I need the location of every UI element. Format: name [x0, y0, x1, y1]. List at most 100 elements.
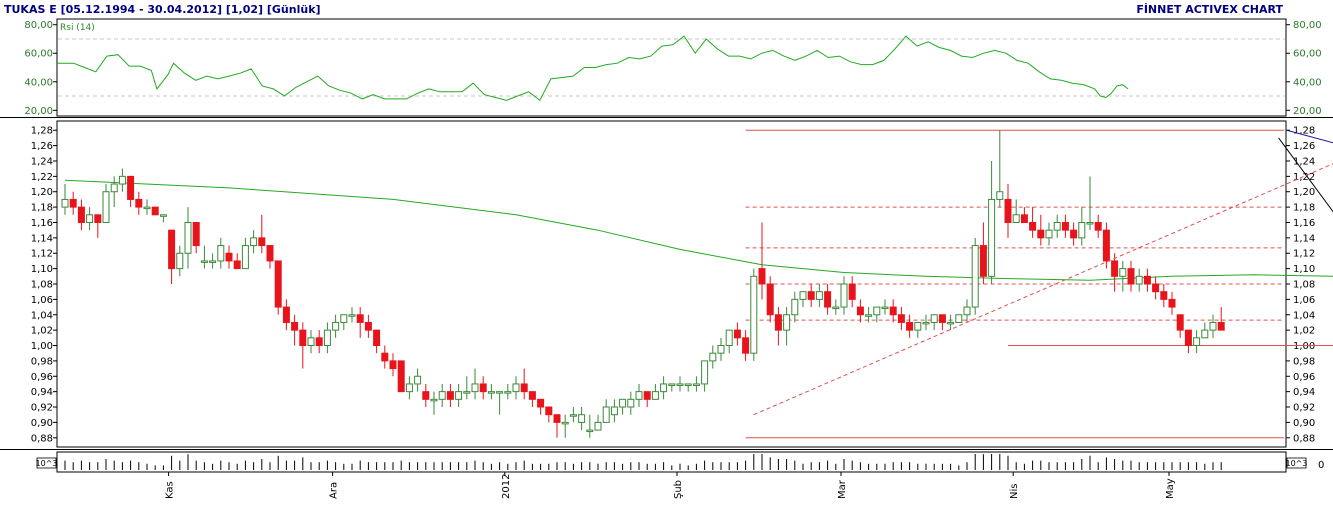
- candle-up: [881, 299, 889, 315]
- candle-body: [865, 314, 873, 317]
- candle-body: [553, 414, 561, 423]
- candle-body: [414, 375, 422, 385]
- candle-body: [127, 175, 135, 200]
- candle-down: [274, 260, 282, 315]
- candle-down: [545, 406, 553, 423]
- price-tick-label: 0,88: [1293, 433, 1315, 444]
- candle-down: [168, 229, 176, 284]
- candle-body: [1168, 298, 1176, 308]
- candle-down: [1127, 260, 1135, 292]
- candle-down: [824, 284, 832, 315]
- candle-body: [848, 283, 856, 300]
- price-tick-label: 1,02: [1293, 326, 1315, 337]
- candle-body: [135, 198, 143, 208]
- rsi-panel: [56, 18, 1287, 117]
- candle-body: [504, 391, 512, 394]
- stock-chart: TUKAS E [05.12.1994 - 30.04.2012] [1,02]…: [0, 2, 1333, 499]
- candle-body: [225, 252, 233, 262]
- candle-down: [553, 414, 561, 438]
- candle-body: [1020, 214, 1028, 223]
- candle-body: [914, 321, 922, 331]
- x-tick-label: 2012: [501, 474, 512, 499]
- candle-up: [619, 398, 627, 415]
- candle-body: [930, 314, 938, 323]
- candle-up: [405, 376, 413, 400]
- rsi-tick-label: 40,00: [24, 77, 53, 88]
- candle-body: [1152, 283, 1160, 293]
- candle-body: [1209, 321, 1217, 331]
- candle-down: [1217, 307, 1225, 331]
- candle-up: [487, 383, 495, 400]
- candle-body: [610, 406, 618, 416]
- candle-body: [274, 260, 282, 308]
- candle-body: [988, 198, 996, 277]
- candle-up: [971, 237, 979, 315]
- candle-body: [1193, 337, 1201, 347]
- candle-body: [373, 329, 381, 347]
- candle-body: [750, 275, 758, 354]
- candle-body: [176, 252, 184, 270]
- price-tick-label: 1,12: [1293, 249, 1315, 260]
- price-tick-label: 1,20: [31, 187, 53, 198]
- candle-up: [561, 414, 569, 438]
- candle-down: [373, 329, 381, 354]
- candle-up: [414, 368, 422, 392]
- candle-body: [1004, 198, 1012, 223]
- candle-up: [947, 314, 955, 331]
- candle-body: [340, 314, 348, 323]
- candle-up: [241, 237, 249, 270]
- candle-body: [889, 306, 897, 316]
- candle-up: [143, 199, 151, 215]
- price-tick-label: 1,26: [1293, 141, 1315, 152]
- candle-up: [1012, 199, 1020, 223]
- candle-body: [487, 391, 495, 394]
- candle-body: [389, 360, 397, 370]
- price-tick-label: 0,88: [31, 433, 53, 444]
- candle-body: [881, 306, 889, 310]
- candle-body: [1127, 268, 1135, 285]
- candle-up: [1119, 260, 1127, 292]
- price-panel: [56, 120, 1287, 448]
- candle-down: [1094, 214, 1102, 238]
- candle-body: [619, 398, 627, 408]
- candle-body: [906, 321, 914, 331]
- candle-up: [709, 345, 717, 369]
- candle-up: [102, 184, 110, 223]
- price-tick-label: 0,94: [1293, 387, 1315, 398]
- candle-body: [774, 314, 782, 331]
- candle-body: [455, 391, 463, 400]
- candle-body: [1143, 275, 1151, 285]
- candle-down: [742, 330, 750, 361]
- candle-down: [1152, 276, 1160, 300]
- brand-label: FİNNET ACTIVEX CHART: [1136, 2, 1283, 16]
- candle-body: [184, 221, 192, 254]
- candle-down: [766, 276, 774, 323]
- candle-up: [725, 329, 733, 354]
- candle-body: [996, 191, 1004, 200]
- candle-body: [438, 391, 446, 400]
- price-tick-label: 1,22: [31, 172, 53, 183]
- candle-up: [1045, 222, 1053, 246]
- candle-up: [840, 276, 848, 315]
- candle-body: [118, 175, 126, 185]
- candle-body: [635, 391, 643, 400]
- price-tick-label: 0,94: [31, 387, 53, 398]
- candle-body: [479, 383, 487, 393]
- candle-body: [512, 383, 520, 393]
- candle-body: [282, 306, 290, 323]
- candle-body: [856, 306, 864, 316]
- candle-body: [1217, 321, 1225, 331]
- candle-up: [635, 383, 643, 408]
- candle-body: [1037, 229, 1045, 239]
- candle-down: [528, 391, 536, 408]
- candle-up: [963, 299, 971, 323]
- candle-body: [1184, 329, 1192, 347]
- volume-scale-left-label: 10^3: [36, 459, 58, 468]
- candle-body: [873, 306, 881, 316]
- candle-down: [233, 253, 241, 270]
- candle-body: [1053, 221, 1061, 231]
- candle-down: [1070, 222, 1078, 246]
- candle-down: [889, 299, 897, 323]
- candle-body: [1135, 275, 1143, 285]
- candle-down: [315, 330, 323, 354]
